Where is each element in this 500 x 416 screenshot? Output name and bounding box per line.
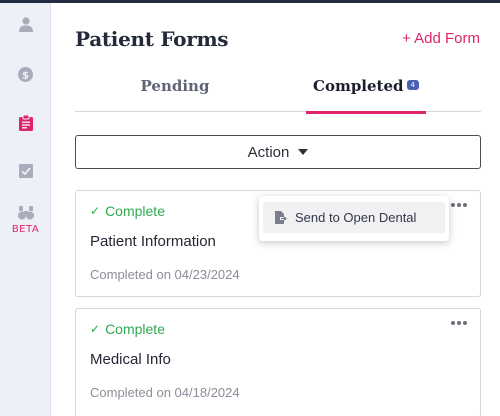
beta-label: BETA xyxy=(11,224,40,235)
svg-text:$: $ xyxy=(22,70,29,81)
form-card: ✓ Complete Medical Info Completed on 04/… xyxy=(75,308,481,416)
more-options-icon[interactable] xyxy=(450,201,468,209)
form-name[interactable]: Patient Information xyxy=(90,233,216,250)
tab-bar: Pending Completed 4 xyxy=(75,71,481,114)
sidebar-item-forms[interactable] xyxy=(0,115,51,131)
file-export-icon xyxy=(275,211,287,224)
send-to-open-dental-item[interactable]: Send to Open Dental xyxy=(263,202,445,233)
dollar-icon: $ xyxy=(18,67,33,82)
status: ✓ Complete xyxy=(90,203,165,219)
user-icon xyxy=(18,17,33,32)
action-dropdown-button[interactable]: Action xyxy=(75,135,481,169)
caret-down-icon xyxy=(298,149,309,155)
status-label: Complete xyxy=(105,203,165,219)
checkbox-icon xyxy=(18,164,33,178)
tab-pending[interactable]: Pending xyxy=(105,71,245,112)
sidebar-item-beta[interactable]: BETA xyxy=(0,206,51,235)
action-label: Action xyxy=(247,143,290,161)
menu-item-label: Send to Open Dental xyxy=(295,210,417,225)
sidebar-item-tasks[interactable] xyxy=(0,164,51,178)
tab-completed[interactable]: Completed 4 xyxy=(306,71,426,114)
add-form-button[interactable]: + Add Form xyxy=(402,30,480,47)
page-title: Patient Forms xyxy=(75,27,229,51)
status-label: Complete xyxy=(105,321,165,337)
clipboard-icon xyxy=(18,115,33,131)
completed-date: Completed on 04/23/2024 xyxy=(90,267,240,282)
tab-label: Pending xyxy=(140,77,210,95)
sidebar: $ BETA xyxy=(0,3,51,416)
status: ✓ Complete xyxy=(90,321,165,337)
card-options-menu: Send to Open Dental xyxy=(259,196,449,241)
form-name[interactable]: Medical Info xyxy=(90,351,171,368)
sidebar-item-billing[interactable]: $ xyxy=(0,67,51,82)
binoculars-icon xyxy=(17,206,34,220)
more-options-icon[interactable] xyxy=(450,319,468,327)
sidebar-item-patients[interactable] xyxy=(0,17,51,32)
check-icon: ✓ xyxy=(90,322,101,336)
check-icon: ✓ xyxy=(90,204,101,218)
main-content: Patient Forms + Add Form Pending Complet… xyxy=(51,3,500,416)
count-badge: 4 xyxy=(406,80,419,90)
tab-label: Completed xyxy=(313,77,404,95)
completed-date: Completed on 04/18/2024 xyxy=(90,385,240,400)
active-tab-indicator xyxy=(306,111,426,114)
